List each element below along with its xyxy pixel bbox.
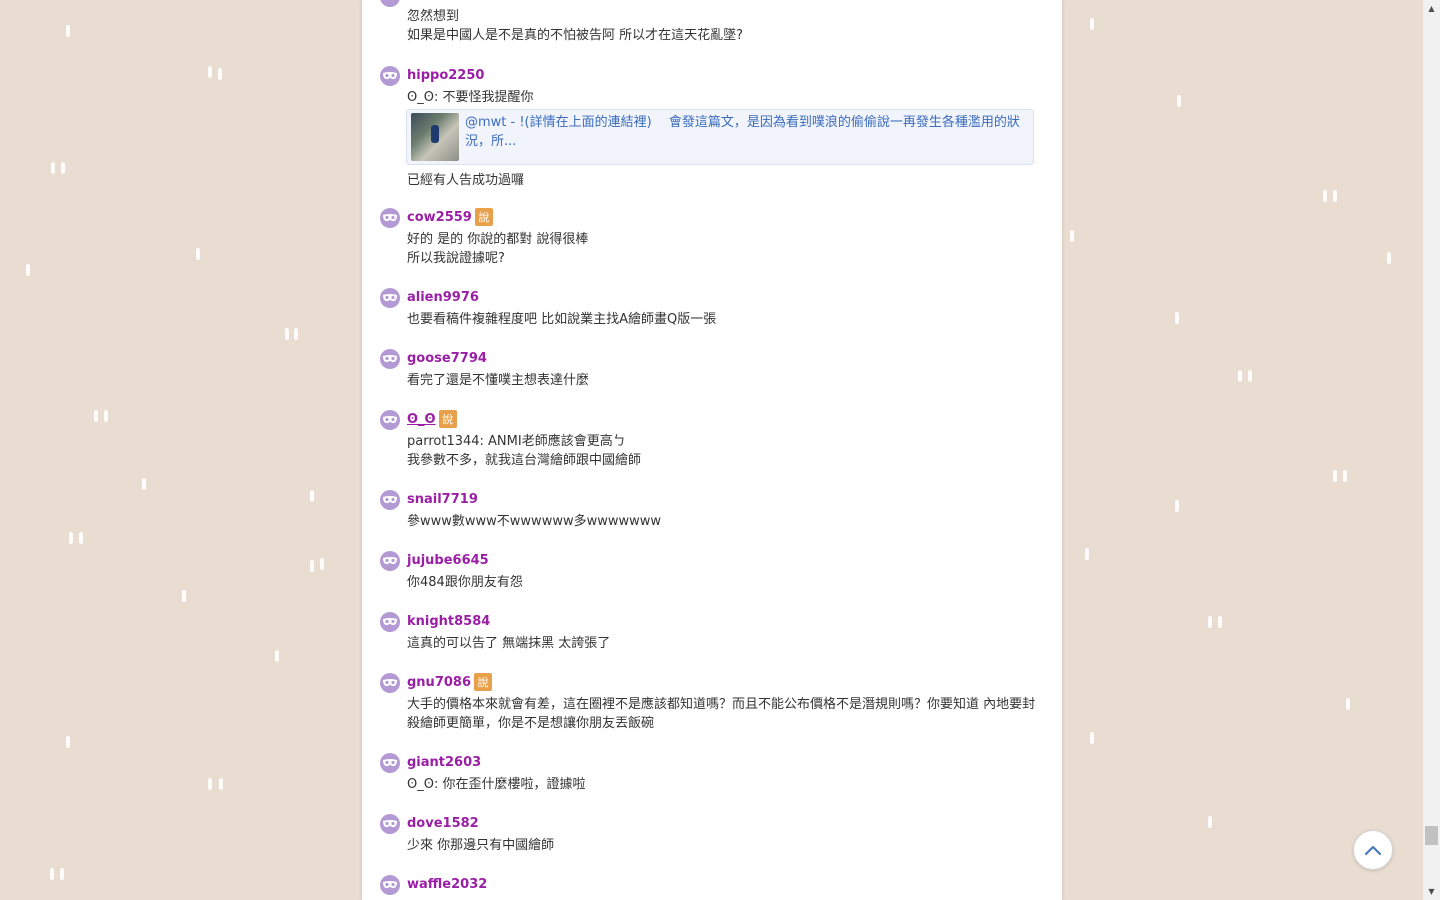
link-thumbnail <box>411 113 459 161</box>
response-item: knight8584 這真的可以告了 無端抹黑 太誇張了 <box>362 612 1062 653</box>
response-item: gnu7086 說 大手的價格本來就會有差，這在圈裡不是應該都知道嗎？而且不能公布… <box>362 673 1062 733</box>
mask-icon <box>383 496 397 504</box>
username-link[interactable]: snail7719 <box>407 492 478 507</box>
username-link[interactable]: knight8584 <box>407 614 490 629</box>
response-text: 忽然想到 <box>407 9 460 24</box>
username-link[interactable]: hippo2250 <box>407 68 484 83</box>
mask-icon <box>383 618 397 626</box>
response-text: 也要看稿件複雜程度吧 比如說業主找A繪師畫Q版一張 <box>407 312 717 327</box>
response-text: parrot1344: ANMI老師應該會更高ㄅ <box>407 434 626 449</box>
avatar[interactable] <box>380 410 400 430</box>
response-item: dove1582 少來 你那邊只有中國繪師 <box>362 814 1062 855</box>
avatar[interactable] <box>380 551 400 571</box>
avatar[interactable] <box>380 0 400 7</box>
response-text: 你484跟你朋友有怨 <box>407 575 523 590</box>
timeline-panel: 忽然想到 如果是中國人是不是真的不怕被告阿 所以才在這天花亂墜? hippo22… <box>362 0 1062 900</box>
mask-icon <box>383 759 397 767</box>
qualifier-badge: 說 <box>474 208 493 226</box>
avatar[interactable] <box>380 673 400 693</box>
username-link[interactable]: jujube6645 <box>407 553 489 568</box>
mask-icon <box>385 0 395 1</box>
mask-icon <box>383 557 397 565</box>
avatar[interactable] <box>380 208 400 228</box>
link-preview-text: @mwt - !(詳情在上面的連結裡) 會發這篇文，是因為看到噗浪的偷偷說一再發… <box>465 115 1020 149</box>
response-text: ʘ_ʘ: 不要怪我提醒你 <box>407 90 534 105</box>
username-link[interactable]: waffle2032 <box>407 877 487 892</box>
avatar[interactable] <box>380 66 400 86</box>
username-link[interactable]: ʘ_ʘ <box>407 412 436 427</box>
username-link[interactable]: gnu7086 <box>407 675 471 690</box>
response-text: 看完了還是不懂噗主想表達什麼 <box>407 373 590 388</box>
scrollbar-thumb[interactable] <box>1425 826 1438 845</box>
response-item: ʘ_ʘ 說 parrot1344: ANMI老師應該會更高ㄅ 我參數不多，就我這台… <box>362 410 1062 470</box>
username-link[interactable]: dove1582 <box>407 816 479 831</box>
response-item: alien9976 也要看稿件複雜程度吧 比如說業主找A繪師畫Q版一張 <box>362 288 1062 329</box>
response-item: snail7719 參www數www不wwwwww多wwwwwww <box>362 490 1062 531</box>
qualifier-badge: 說 <box>438 410 457 428</box>
qualifier-badge: 說 <box>474 673 492 691</box>
response-item: jujube6645 你484跟你朋友有怨 <box>362 551 1062 592</box>
avatar[interactable] <box>380 490 400 510</box>
username-link[interactable]: cow2559 <box>407 210 472 225</box>
link-preview-card[interactable]: @mwt - !(詳情在上面的連結裡) 會發這篇文，是因為看到噗浪的偷偷說一再發… <box>406 109 1034 165</box>
avatar[interactable] <box>380 753 400 773</box>
mask-icon <box>383 214 397 222</box>
avatar[interactable] <box>380 349 400 369</box>
response-text: 大手的價格本來就會有差，這在圈裡不是應該都知道嗎？而且不能公布價格不是潛規則嗎？… <box>407 697 1036 731</box>
response-text: 所以我說證據呢? <box>407 251 505 266</box>
response-text: 如果是中國人是不是真的不怕被告阿 所以才在這天花亂墜? <box>407 28 744 43</box>
mask-icon <box>383 416 397 424</box>
mask-icon <box>383 820 397 828</box>
response-item: goose7794 看完了還是不懂噗主想表達什麼 <box>362 349 1062 390</box>
mask-icon <box>383 355 397 363</box>
scroll-down-arrow-icon[interactable]: ▼ <box>1423 883 1440 900</box>
mask-icon <box>383 72 397 80</box>
response-item: waffle2032 <box>362 875 1062 895</box>
avatar[interactable] <box>380 875 400 895</box>
avatar[interactable] <box>380 288 400 308</box>
response-item: giant2603 ʘ_ʘ: 你在歪什麼樓啦，證據啦 <box>362 753 1062 794</box>
avatar[interactable] <box>380 612 400 632</box>
response-text: 好的 是的 你說的都對 說得很棒 <box>407 232 589 247</box>
scroll-up-arrow-icon[interactable]: ▲ <box>1423 0 1440 17</box>
response-text: 參www數www不wwwwww多wwwwwww <box>407 514 662 529</box>
mask-icon <box>383 679 397 687</box>
response-text: 這真的可以告了 無端抹黑 太誇張了 <box>407 636 611 651</box>
username-link[interactable]: goose7794 <box>407 351 487 366</box>
response-item: 忽然想到 如果是中國人是不是真的不怕被告阿 所以才在這天花亂墜? <box>362 0 1062 45</box>
avatar[interactable] <box>380 814 400 834</box>
chevron-up-icon <box>1364 845 1382 856</box>
response-text: 我參數不多，就我這台灣繪師跟中國繪師 <box>407 453 642 468</box>
username-link[interactable]: giant2603 <box>407 755 481 770</box>
scroll-to-top-button[interactable] <box>1353 830 1393 870</box>
response-item: cow2559 說 好的 是的 你說的都對 說得很棒 所以我說證據呢? <box>362 208 1062 268</box>
response-text: ʘ_ʘ: 你在歪什麼樓啦，證據啦 <box>407 777 586 792</box>
username-link[interactable]: alien9976 <box>407 290 479 305</box>
response-text: 已經有人告成功過囉 <box>407 173 525 188</box>
mask-icon <box>383 294 397 302</box>
response-item: hippo2250 ʘ_ʘ: 不要怪我提醒你 @mwt - !(詳情在上面的連結… <box>362 66 1062 190</box>
mask-icon <box>383 881 397 889</box>
response-text: 少來 你那邊只有中國繪師 <box>407 838 555 853</box>
page-scrollbar[interactable]: ▲ ▼ <box>1423 0 1440 900</box>
